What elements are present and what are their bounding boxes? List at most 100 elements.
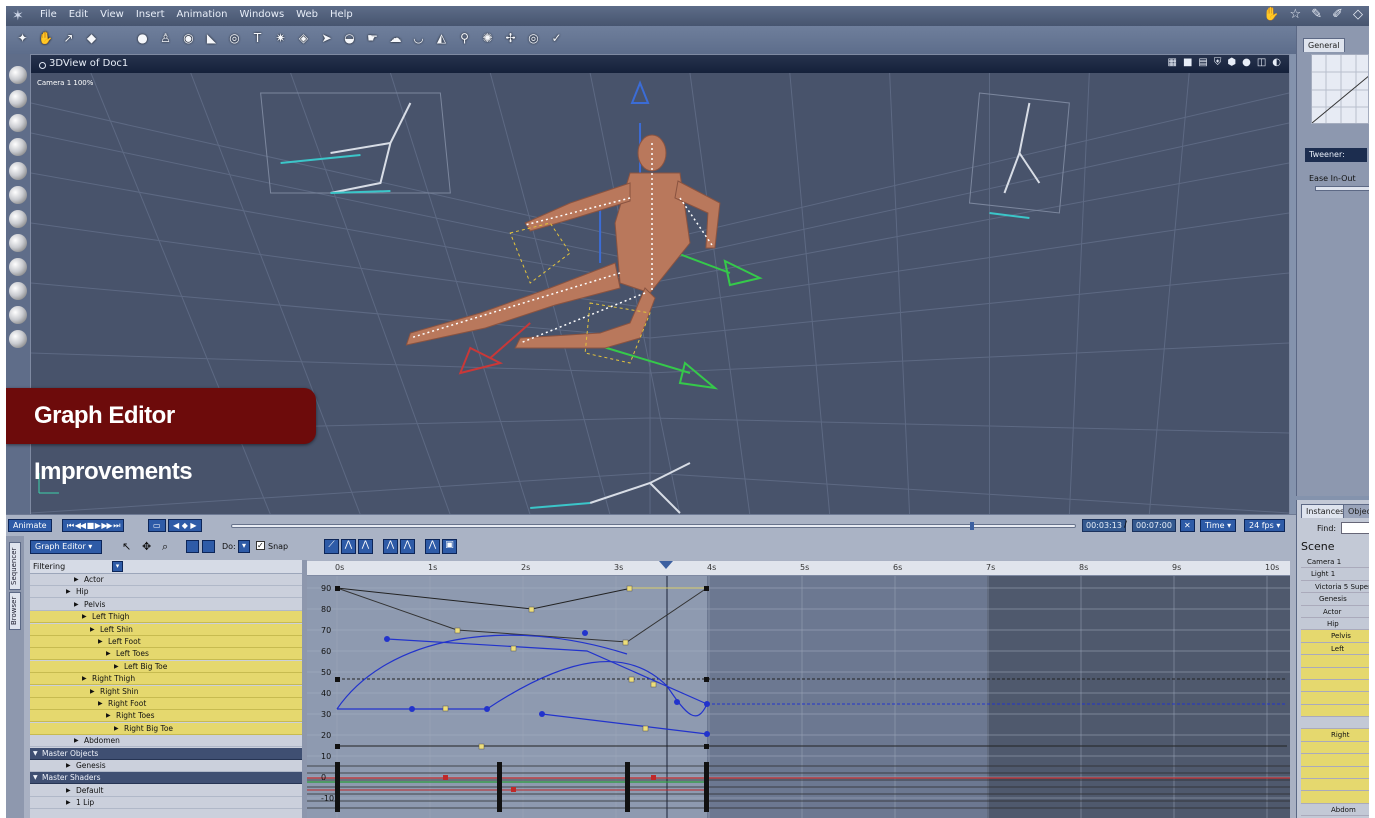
shading-icon[interactable]: ⬢ xyxy=(1227,57,1236,68)
find-input[interactable] xyxy=(1341,522,1369,534)
pan-icon[interactable]: ✥ xyxy=(142,540,151,553)
time-ruler[interactable]: 0s 1s 2s 3s 4s 5s 6s 7s 8s 9s 10s xyxy=(307,561,1290,576)
orbit-tool-icon[interactable]: orb xyxy=(9,234,27,252)
zoom-icon[interactable]: ⌕ xyxy=(162,540,168,554)
light-icon[interactable]: ◐ xyxy=(1272,57,1281,68)
shoe-icon[interactable]: ◣ xyxy=(203,30,220,47)
hand-tool-icon[interactable]: ✋ xyxy=(37,30,54,47)
wireframe-icon[interactable]: ▦ xyxy=(1167,57,1176,68)
scene-item[interactable]: Camera 1 xyxy=(1301,556,1369,569)
expand-arrow-icon[interactable]: ▶ xyxy=(106,710,111,722)
menu-view[interactable]: View xyxy=(100,9,124,20)
scene-item[interactable] xyxy=(1301,741,1369,755)
pen-icon[interactable]: ✐ xyxy=(1332,7,1343,22)
frame-tool-icon[interactable]: fr xyxy=(9,306,27,324)
close-icon[interactable]: ✕ xyxy=(1180,519,1195,532)
frame-selected-icon[interactable] xyxy=(202,540,215,553)
cylinder-icon[interactable]: ◒ xyxy=(341,30,358,47)
tree-row[interactable]: ▶ Right Toes xyxy=(30,710,302,723)
3d-viewport[interactable]: 3DView of Doc1 ▦ ■ ▤ ⛨ ⬢ ● ◫ ◐ Camera 1 … xyxy=(30,54,1290,515)
expand-arrow-icon[interactable]: ▶ xyxy=(66,785,71,797)
tweener-header[interactable]: Tweener: xyxy=(1305,148,1367,162)
scene-item[interactable]: Light 1 xyxy=(1301,568,1369,581)
tree-row[interactable]: ▶ Hip xyxy=(30,586,302,599)
playhead-marker[interactable] xyxy=(659,561,673,569)
tree-row[interactable]: ▶ Right Big Toe xyxy=(30,722,302,735)
ease-out-icon[interactable]: ⋀ xyxy=(400,539,415,554)
scene-item[interactable]: Pelvis xyxy=(1301,630,1369,643)
tree-row[interactable]: ▶ Left Foot xyxy=(30,636,302,648)
scene-item[interactable] xyxy=(1301,704,1369,718)
menu-help[interactable]: Help xyxy=(330,9,353,20)
tree-row[interactable]: ▶ Right Thigh xyxy=(30,673,302,686)
text-icon[interactable]: T xyxy=(249,30,266,47)
scene-item[interactable]: Genesis xyxy=(1301,593,1369,606)
shield-icon[interactable]: ⛨ xyxy=(1214,57,1222,68)
constant-tangent-icon[interactable]: ⋀ xyxy=(358,539,373,554)
key-controls[interactable]: ◀ ◆ ▶ xyxy=(168,519,202,532)
cube-icon[interactable]: ◫ xyxy=(1257,57,1266,68)
figure-icon[interactable]: ♙ xyxy=(157,30,174,47)
eraser-icon[interactable]: ◇ xyxy=(1353,7,1363,22)
tree-row[interactable]: ▼ Master Objects xyxy=(30,747,302,760)
linear-tangent-icon[interactable]: ⟋ xyxy=(324,539,339,554)
expand-arrow-icon[interactable]: ▶ xyxy=(74,574,79,586)
tab-sequencer[interactable]: Sequencer xyxy=(9,542,21,590)
playback-controls[interactable]: ⏮ ◀◀ ■ ▶ ▶▶ ⏭ xyxy=(62,519,125,532)
filtering-row[interactable]: Filtering ▾ xyxy=(30,560,302,574)
pose-icon[interactable]: ☆ xyxy=(1290,7,1302,22)
time-mode-select[interactable]: Time ▾ xyxy=(1200,519,1237,532)
tree-row[interactable]: ▶ Left Big Toe xyxy=(30,660,302,673)
tab-general[interactable]: General xyxy=(1303,38,1345,52)
tree-row[interactable]: ▶ Abdomen xyxy=(30,735,302,748)
scene-item[interactable]: Hip xyxy=(1301,618,1369,631)
scene-item[interactable] xyxy=(1301,679,1369,693)
cloud-icon[interactable]: ☁ xyxy=(387,30,404,47)
expand-arrow-icon[interactable]: ▶ xyxy=(98,636,103,648)
expand-arrow-icon[interactable]: ▶ xyxy=(82,611,87,623)
twist-tool-icon[interactable]: tw xyxy=(9,138,27,156)
menu-web[interactable]: Web xyxy=(296,9,318,20)
editor-mode-select[interactable]: Graph Editor ▾ xyxy=(30,540,102,554)
render-icon[interactable]: ◆ xyxy=(83,30,100,47)
scene-item[interactable]: Abdom xyxy=(1301,804,1369,817)
sphere-icon[interactable]: ● xyxy=(134,30,151,47)
expand-arrow-icon[interactable]: ▶ xyxy=(98,698,103,710)
tree-row[interactable]: ▶ Left Thigh xyxy=(30,611,302,624)
animate-button[interactable]: Animate xyxy=(8,519,52,532)
pointer-icon[interactable]: ↗ xyxy=(60,30,77,47)
tree-row[interactable]: ▶ Left Shin xyxy=(30,623,302,636)
expand-arrow-icon[interactable]: ▶ xyxy=(82,673,87,685)
scrubber-handle[interactable] xyxy=(970,522,974,530)
tree-row[interactable]: ▶ Left Toes xyxy=(30,648,302,661)
globe-icon[interactable]: ◉ xyxy=(180,30,197,47)
tree-row[interactable]: ▶ Default xyxy=(30,785,302,797)
expand-arrow-icon[interactable]: ▶ xyxy=(114,661,119,673)
tab-instances[interactable]: Instances xyxy=(1301,504,1350,518)
expand-arrow-icon[interactable]: ▶ xyxy=(90,624,95,636)
expand-arrow-icon[interactable]: ▶ xyxy=(74,735,79,747)
ease-slider[interactable] xyxy=(1315,186,1369,191)
tab-objects[interactable]: Object xyxy=(1343,504,1369,518)
loop-button[interactable]: ▭ xyxy=(148,519,166,532)
target-icon[interactable]: ◎ xyxy=(525,30,542,47)
scene-item[interactable] xyxy=(1301,791,1369,804)
zoom-tool-icon[interactable]: zm xyxy=(9,258,27,276)
tree-row[interactable]: ▶ Right Foot xyxy=(30,698,302,710)
scene-item[interactable]: Victoria 5 Super xyxy=(1301,581,1369,594)
star-icon[interactable]: ✷ xyxy=(272,30,289,47)
wand-icon[interactable]: ⚲ xyxy=(456,30,473,47)
flatten-icon[interactable]: ⋀ xyxy=(425,539,440,554)
bowl-icon[interactable]: ◡ xyxy=(410,30,427,47)
menu-insert[interactable]: Insert xyxy=(136,9,165,20)
tree-row[interactable]: ▶ Genesis xyxy=(30,760,302,772)
magic-wand-icon[interactable]: ✦ xyxy=(14,30,31,47)
do-dropdown[interactable]: ▾ xyxy=(238,540,250,553)
sphere-shading-icon[interactable]: ● xyxy=(1242,57,1251,68)
ease-in-icon[interactable]: ⋀ xyxy=(383,539,398,554)
scene-item[interactable] xyxy=(1301,766,1369,780)
scale-tool-icon[interactable]: sc xyxy=(9,162,27,180)
tree-row[interactable]: ▶ Pelvis xyxy=(30,599,302,611)
camera-tool-icon[interactable]: cam xyxy=(9,330,27,348)
brush-icon[interactable]: ✎ xyxy=(1311,7,1322,22)
